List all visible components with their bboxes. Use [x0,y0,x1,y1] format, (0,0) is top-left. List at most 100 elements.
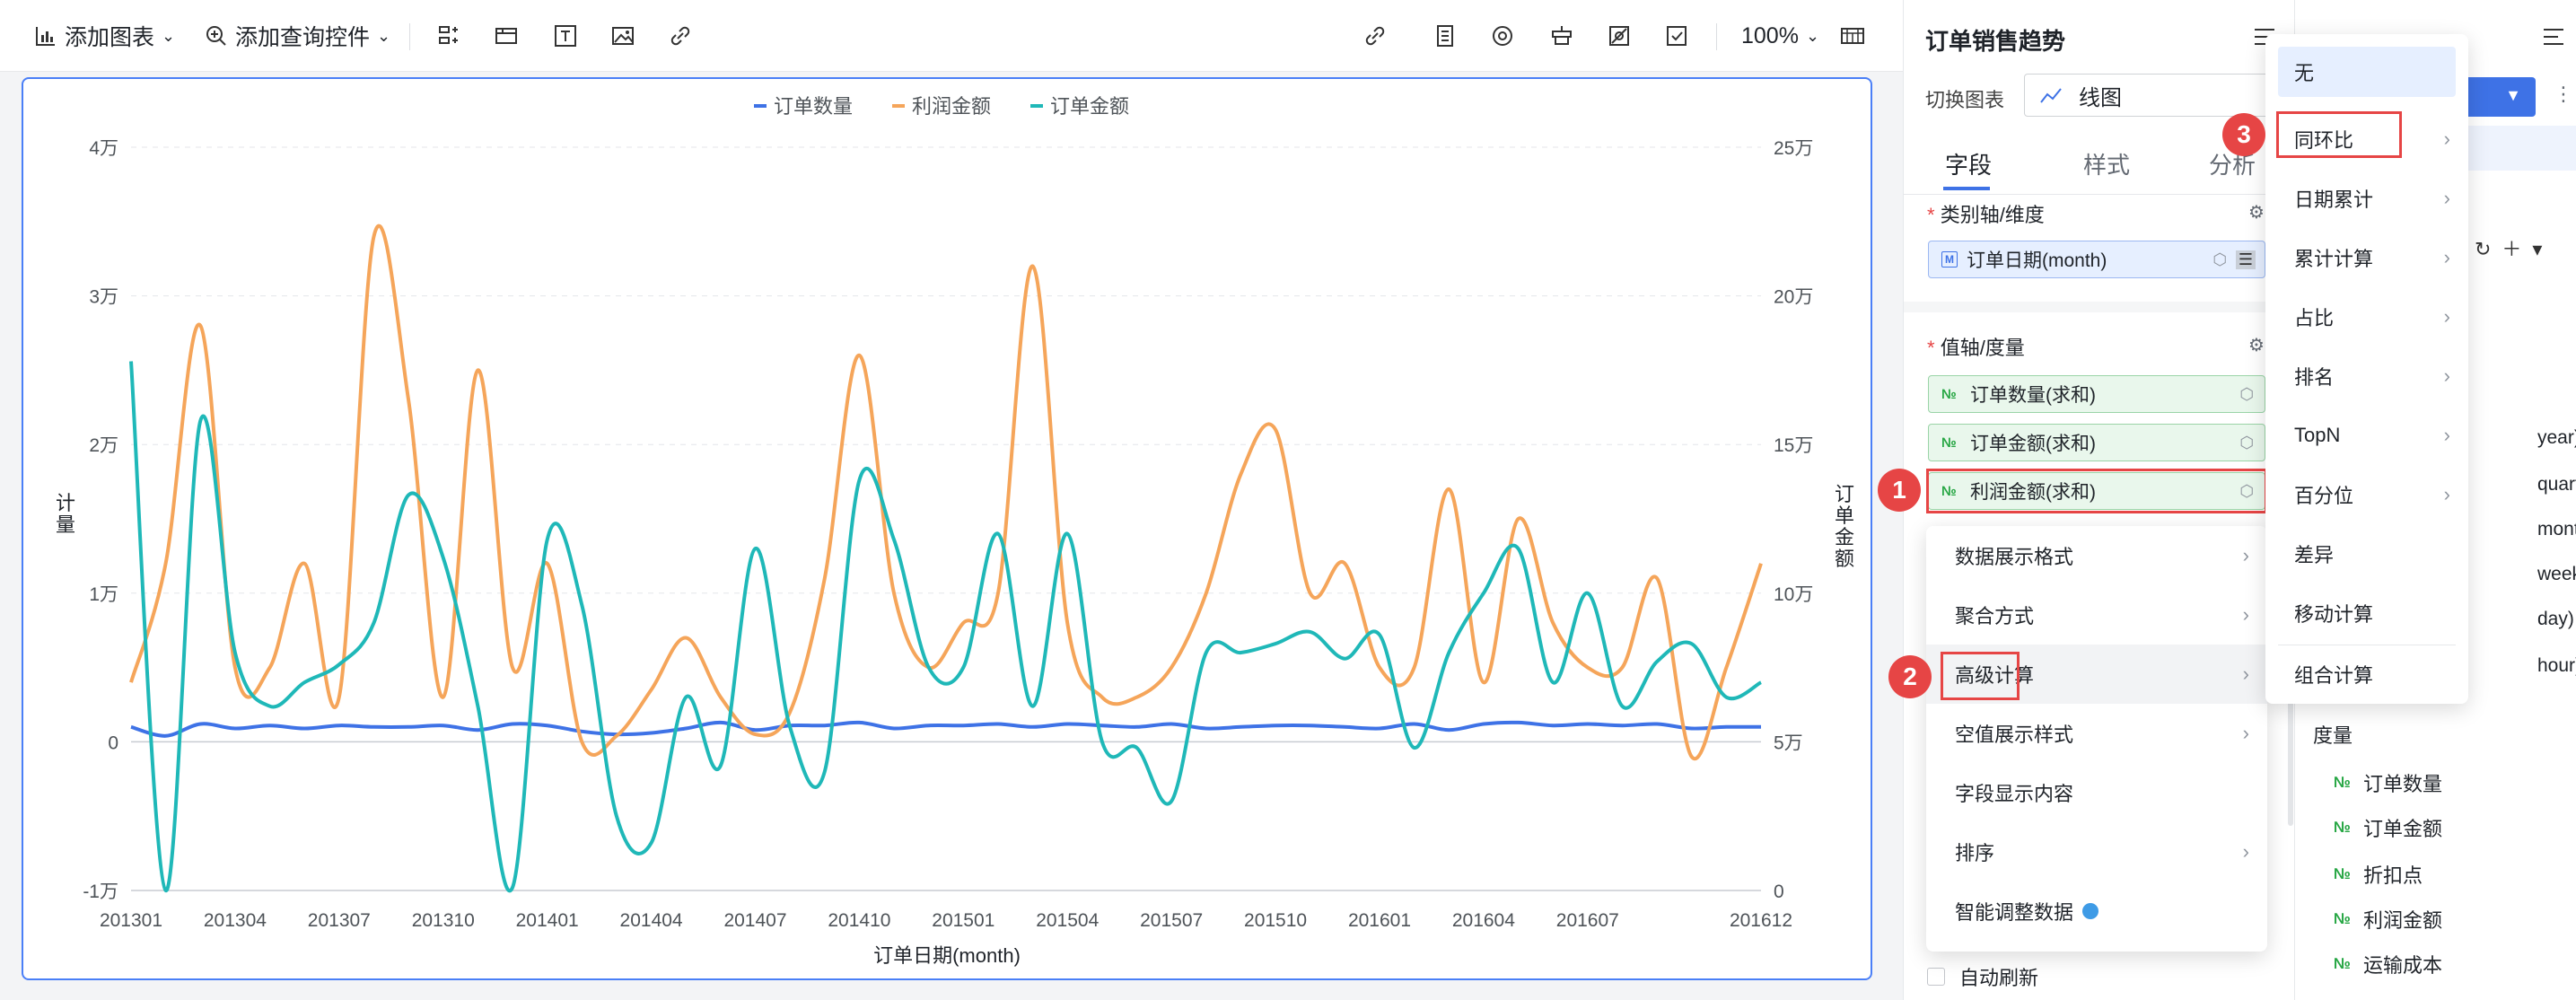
x-tick-label: 201601 [1348,910,1411,931]
gear-icon[interactable]: ⚙ [2248,334,2265,356]
menu-item-sort[interactable]: 排序 › [1926,822,2267,882]
add-query-control-button[interactable]: 添加查询控件 ⌄ [205,18,390,54]
step-badge-1: 1 [1878,469,1921,512]
x-tick-label: 201501 [932,910,994,931]
date-field-icon: M [1941,251,1958,268]
dimension-pill-order-date[interactable]: M 订单日期(month) ⬡ ☰ [1928,241,2265,278]
y-left-axis-char: 计 [56,492,75,514]
y-right-tick-label: 20万 [1774,287,1813,308]
chart-type-select[interactable]: 线图 [2024,74,2275,117]
submenu-item-difference[interactable]: 差异 [2265,524,2468,583]
image-icon[interactable] [607,20,639,52]
y-right-tick-label: 15万 [1774,435,1813,456]
y-right-axis-label: 订单金额 [1835,483,1854,570]
add-chart-button[interactable]: 添加图表 ⌄ [34,18,175,54]
menu-item-smart-adjust[interactable]: 智能调整数据 [1926,882,2267,941]
auto-refresh-checkbox[interactable]: 自动刷新 [1927,962,2038,991]
refresh-add-icons[interactable]: ↻＋▾ [2475,233,2553,262]
chevron-right-icon: › [2443,246,2450,268]
tab-fields[interactable]: 字段 [1945,147,1992,180]
line-chart-icon [2040,88,2062,103]
y-left-axis-label: 计量 [56,492,75,536]
add-query-control-label: 添加查询控件 [235,25,371,50]
measure-pill-label: 订单数量(求和) [1970,385,2096,406]
link-settings-icon[interactable] [1359,20,1391,52]
bar-chart-icon [36,27,55,46]
menu-item-null-display[interactable]: 空值展示样式 › [1926,704,2267,763]
submenu-item-moving-calc[interactable]: 移动计算 [2265,583,2468,643]
tab-container-icon[interactable] [490,20,522,52]
report-icon[interactable] [1429,20,1461,52]
panel-menu-icon[interactable] [2541,25,2566,53]
y-left-axis-char: 量 [56,513,75,536]
menu-item-field-display[interactable]: 字段显示内容 [1926,763,2267,822]
y-right-axis-char: 订 [1835,483,1854,505]
submenu-item-proportion[interactable]: 占比 › [2265,287,2468,346]
field-order-count[interactable]: № 订单数量 [2334,768,2442,797]
number-field-icon: № [2334,910,2351,927]
measure-pill-order-amount[interactable]: № 订单金额(求和) ⬡ [1928,424,2265,461]
y-left-tick-label: -1万 [83,882,118,902]
submenu-item-cumulative[interactable]: 累计计算 › [2265,228,2468,287]
date-part-week[interactable]: week) [2537,564,2576,585]
legend-item-label: 订单数量 [774,95,853,118]
date-part-month[interactable]: month) [2537,519,2576,540]
x-tick-label: 201304 [204,910,267,931]
chart-card[interactable]: 订单数量 利润金额 订单金额 4万 3万 2万 1万 0 -1万 25万 20万 15万 10万 5万… [22,77,1872,980]
field-shipping-cost[interactable]: № 运输成本 [2334,950,2442,978]
x-tick-label: 201507 [1140,910,1203,931]
submenu-item-date-cumulative[interactable]: 日期累计 › [2265,169,2468,228]
text-icon[interactable] [549,20,582,52]
x-tick-label: 201410 [828,910,890,931]
at-icon[interactable] [1486,20,1519,52]
zoom-select[interactable]: 100% ⌄ [1741,18,1819,54]
submenu-item-combo-calc[interactable]: 组合计算 [2265,646,2468,702]
field-order-amount[interactable]: № 订单金额 [2334,813,2442,842]
chart-legend: 订单数量 利润金额 订单金额 [754,95,1129,118]
submenu-item-percentile[interactable]: 百分位 › [2265,465,2468,524]
submenu-item-rank[interactable]: 排名 › [2265,346,2468,406]
chevron-down-icon: ⌄ [377,26,391,45]
hide-icon[interactable] [1603,20,1635,52]
y-left-ticks: 4万 3万 2万 1万 0 -1万 [83,138,118,902]
page: 添加图表 ⌄ 添加查询控件 ⌄ 100% ⌄ 订单数量 利润金额 订单金额 4万… [0,0,2576,1000]
menu-item-aggregation[interactable]: 聚合方式 › [1926,585,2267,645]
chevron-right-icon: › [2443,364,2450,387]
x-tick-label: 201310 [412,910,475,931]
field-profit-amount[interactable]: № 利润金额 [2334,905,2442,934]
layout-icon[interactable] [1546,20,1578,52]
filter-panel-icon[interactable] [433,20,465,52]
number-field-icon: № [2334,955,2351,972]
legend-item-label: 订单金额 [1050,95,1129,118]
y-right-ticks: 25万 20万 15万 10万 5万 0 [1774,138,1813,902]
tab-style[interactable]: 样式 [2083,147,2130,180]
cube-icon[interactable]: ⬡ [2239,434,2254,452]
y-left-tick-label: 3万 [89,287,118,308]
measure-pill-order-count[interactable]: № 订单数量(求和) ⬡ [1928,375,2265,413]
checkbox-box[interactable] [1927,968,1945,986]
number-field-icon: № [2334,865,2351,882]
date-part-hour[interactable]: hour) [2537,655,2576,677]
checklist-icon[interactable] [1660,20,1693,52]
y-right-axis-char: 额 [1835,548,1854,570]
sort-icon[interactable]: ☰ [2235,250,2256,269]
x-tick-label: 201404 [620,910,683,931]
more-icon[interactable]: ⋮ [2554,83,2573,106]
keyboard-icon[interactable] [1836,20,1869,52]
field-discount[interactable]: № 折扣点 [2334,860,2423,889]
menu-item-data-format[interactable]: 数据展示格式 › [1926,526,2267,585]
divider [1904,302,2299,312]
series-line-订单金额 [129,361,1763,893]
link-icon[interactable] [664,20,697,52]
gear-icon[interactable]: ⚙ [2248,201,2265,224]
submenu-item-topn[interactable]: TopN › [2265,406,2468,465]
submenu-item-none[interactable]: 无 [2278,47,2456,97]
chevron-right-icon: › [2242,722,2249,744]
date-part-quarter[interactable]: quarter) [2537,474,2576,496]
cube-icon[interactable]: ⬡ [2239,385,2254,404]
date-part-day[interactable]: day) [2537,609,2574,630]
legend-item-label: 利润金额 [912,95,991,118]
chevron-down-icon: ⌄ [162,26,176,45]
cube-icon[interactable]: ⬡ [2212,250,2227,269]
date-part-year[interactable]: year) [2537,427,2576,449]
